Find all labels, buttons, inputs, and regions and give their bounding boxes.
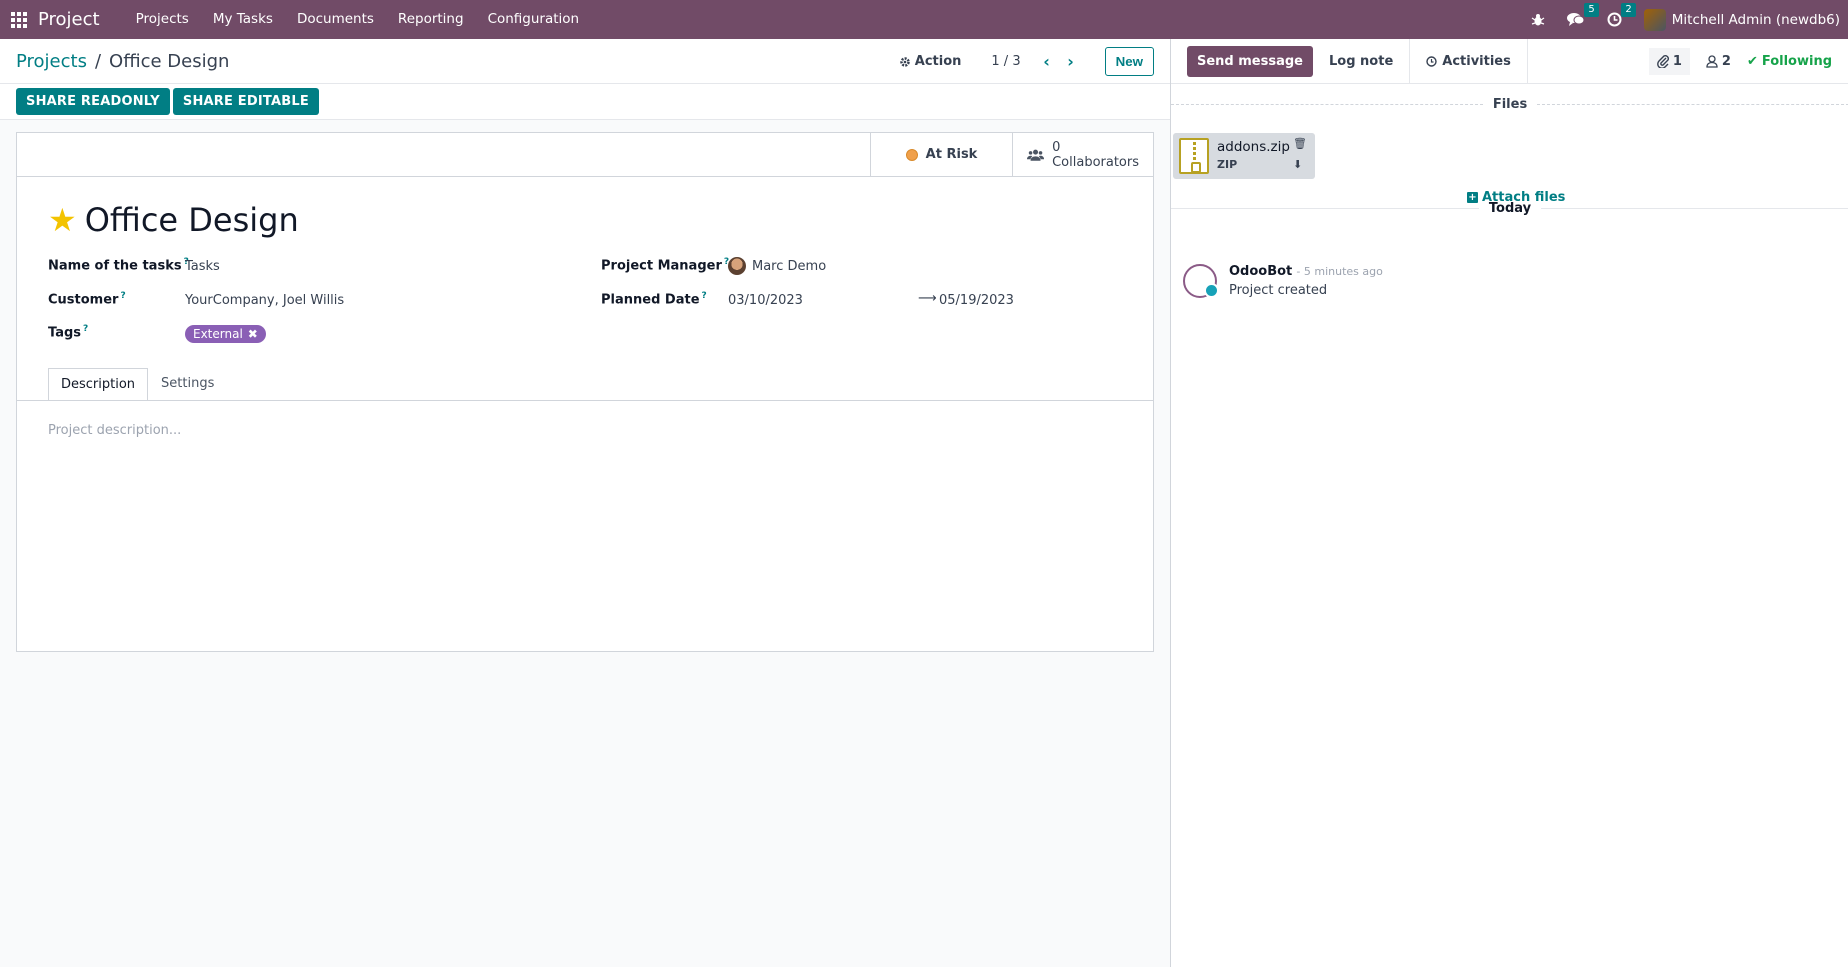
date-end[interactable]: 05/19/2023	[939, 293, 1014, 308]
attachment-ext: ZIP	[1217, 158, 1238, 171]
gear-icon	[900, 56, 910, 67]
send-message-button[interactable]: Send message	[1187, 45, 1313, 77]
tab-description[interactable]: Description	[48, 368, 149, 400]
pm-value[interactable]: Marc Demo	[728, 257, 826, 275]
notebook-tabs: Description Settings	[48, 367, 227, 400]
messages-icon[interactable]: 5	[1566, 3, 1599, 27]
activities-button[interactable]: Activities	[1410, 38, 1528, 84]
share-readonly-button[interactable]: SHARE READONLY	[16, 88, 170, 115]
status-label: At Risk	[925, 147, 978, 162]
message-item: OdooBot - 5 minutes ago Project created	[1183, 264, 1383, 298]
apps-menu-icon[interactable]	[0, 0, 38, 39]
message-author[interactable]: OdooBot	[1229, 264, 1292, 279]
followers-button[interactable]: 2	[1706, 54, 1731, 69]
field-planned-date: Planned Date?	[601, 291, 707, 307]
chatter-right-actions: 1 2 ✔ Following	[1648, 39, 1848, 84]
menu-item-configuration[interactable]: Configuration	[476, 0, 592, 39]
tag-external[interactable]: External ✖	[185, 325, 266, 343]
attachment-card[interactable]: addons.zip ZIP 🗑 ⬇	[1173, 133, 1315, 179]
planned-label: Planned Date?	[601, 291, 707, 308]
user-avatar	[1643, 8, 1666, 31]
users-icon	[1027, 149, 1045, 161]
user-menu[interactable]: Mitchell Admin (newdb6)	[1643, 8, 1840, 31]
form-view: Projects / Office Design Action 1 / 3 ‹ …	[0, 39, 1170, 967]
top-navbar: Project Projects My Tasks Documents Repo…	[0, 0, 1848, 39]
breadcrumb-current: Office Design	[109, 50, 230, 72]
action-label: Action	[914, 54, 962, 69]
user-icon	[1706, 54, 1718, 68]
field-customer: Customer?	[48, 291, 126, 307]
menu-item-reporting[interactable]: Reporting	[386, 0, 476, 39]
status-at-risk-button[interactable]: At Risk	[870, 133, 1012, 176]
breadcrumb-separator: /	[94, 50, 102, 72]
collaborators-button[interactable]: 0 Collaborators	[1012, 133, 1153, 176]
attachment-name: addons.zip	[1217, 139, 1290, 155]
debug-icon[interactable]	[1531, 13, 1545, 27]
activities-badge: 2	[1621, 3, 1636, 17]
customer-value[interactable]: YourCompany, Joel Willis	[185, 293, 344, 308]
field-tasks: Name of the tasks?	[48, 257, 189, 273]
clock-icon	[1426, 55, 1437, 67]
chatter-topbar: Send message Log note Activities 1 2 ✔ F…	[1171, 38, 1848, 84]
form-sheet: At Risk 0 Collaborators ★ Office Design …	[16, 132, 1154, 652]
files-heading: Files	[1171, 97, 1848, 112]
control-actions: Action 1 / 3 ‹ › New	[899, 39, 1154, 84]
smart-button-box: At Risk 0 Collaborators	[17, 133, 1153, 177]
check-icon: ✔	[1746, 53, 1758, 69]
status-bar: SHARE READONLY SHARE EDITABLE	[0, 84, 1170, 120]
control-panel: Projects / Office Design Action 1 / 3 ‹ …	[0, 39, 1170, 84]
tag-remove-icon[interactable]: ✖	[248, 327, 258, 341]
navbar-systray: 5 2 Mitchell Admin (newdb6)	[1531, 0, 1848, 39]
arrow-right-icon: ⟶	[918, 291, 937, 306]
chatter-panel: Send message Log note Activities 1 2 ✔ F…	[1170, 38, 1848, 967]
date-start[interactable]: 03/10/2023	[728, 293, 803, 308]
paperclip-icon	[1656, 55, 1669, 68]
new-button[interactable]: New	[1104, 47, 1154, 76]
app-brand[interactable]: Project	[38, 9, 100, 30]
activities-clock-icon[interactable]: 2	[1607, 3, 1636, 27]
today-heading: Today	[1171, 201, 1848, 216]
pager-next-icon[interactable]: ›	[1059, 50, 1083, 74]
pm-avatar	[728, 257, 746, 275]
user-name: Mitchell Admin (newdb6)	[1671, 11, 1840, 28]
collaborators-label: Collaborators	[1052, 154, 1139, 170]
title-row: ★ Office Design	[48, 201, 299, 239]
tags-value: External ✖	[185, 325, 266, 343]
field-tags: Tags?	[48, 324, 88, 340]
tags-label: Tags?	[48, 324, 89, 341]
log-note-button[interactable]: Log note	[1313, 38, 1411, 84]
pm-label: Project Manager?	[601, 257, 730, 274]
menu-item-documents[interactable]: Documents	[285, 0, 386, 39]
pm-name: Marc Demo	[752, 258, 827, 274]
message-body: Project created	[1229, 283, 1328, 298]
breadcrumb: Projects / Office Design	[16, 51, 229, 72]
following-button[interactable]: ✔ Following	[1747, 54, 1832, 69]
main-menu: Projects My Tasks Documents Reporting Co…	[124, 0, 592, 39]
zip-file-icon	[1179, 138, 1209, 174]
menu-item-projects[interactable]: Projects	[124, 0, 201, 39]
favorite-star-icon[interactable]: ★	[48, 204, 77, 236]
download-icon[interactable]: ⬇	[1293, 158, 1307, 171]
pager-value[interactable]: 1 / 3	[991, 54, 1020, 69]
field-project-manager: Project Manager?	[601, 257, 729, 273]
message-date: - 5 minutes ago	[1296, 265, 1383, 278]
action-menu-button[interactable]: Action	[899, 54, 962, 69]
project-title[interactable]: Office Design	[85, 201, 299, 239]
status-dot-icon	[905, 148, 918, 161]
trash-icon[interactable]: 🗑	[1293, 137, 1307, 150]
breadcrumb-projects[interactable]: Projects	[16, 51, 87, 72]
messages-badge: 5	[1584, 3, 1599, 17]
description-editor[interactable]: Project description...	[48, 423, 181, 438]
share-editable-button[interactable]: SHARE EDITABLE	[172, 88, 319, 115]
tasks-label: Name of the tasks?	[48, 257, 189, 274]
tab-settings[interactable]: Settings	[148, 367, 227, 399]
attachments-button[interactable]: 1	[1648, 47, 1690, 75]
collaborators-count: 0	[1052, 139, 1061, 155]
menu-item-my-tasks[interactable]: My Tasks	[201, 0, 285, 39]
tasks-value[interactable]: Tasks	[185, 259, 220, 274]
customer-label: Customer?	[48, 291, 126, 308]
tabs-divider	[17, 400, 1153, 401]
odoobot-avatar[interactable]	[1183, 264, 1219, 298]
pager-previous-icon[interactable]: ‹	[1035, 50, 1059, 74]
